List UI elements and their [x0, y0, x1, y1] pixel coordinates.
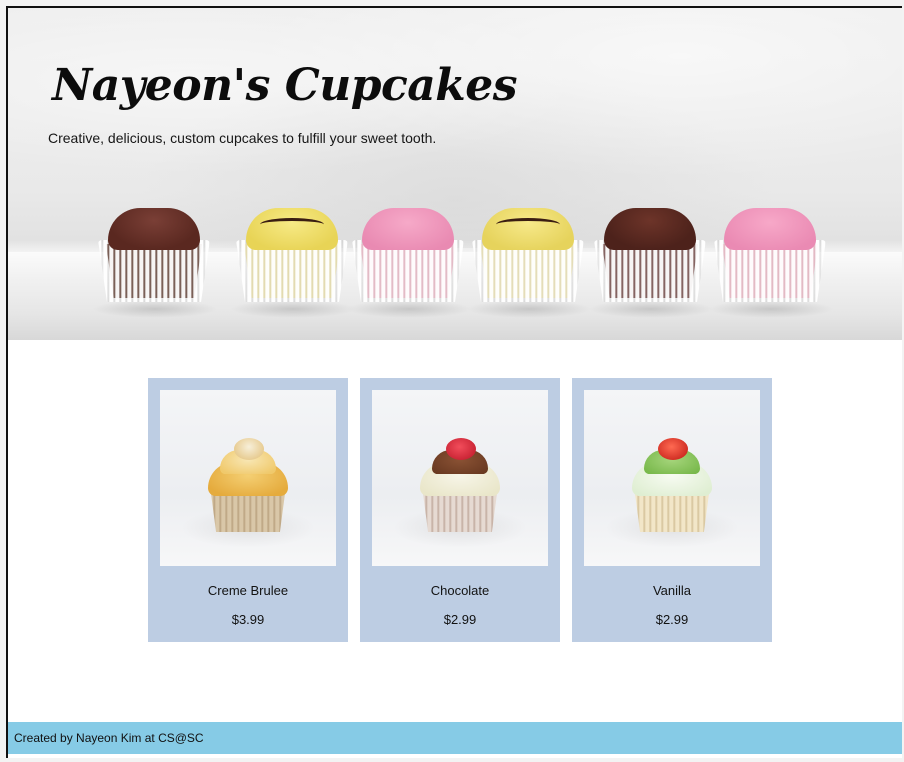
- product-price: $3.99: [231, 612, 265, 627]
- product-grid: Creme Brulee $3.99 Chocolate $2.99 Vanil…: [148, 378, 788, 642]
- hero-tagline: Creative, delicious, custom cupcakes to …: [48, 130, 437, 146]
- product-card-chocolate[interactable]: Chocolate $2.99: [360, 378, 560, 642]
- hero-cupcake-pink-2: [708, 204, 834, 318]
- site-footer: Created by Nayeon Kim at CS@SC: [8, 722, 902, 754]
- product-price: $2.99: [655, 612, 689, 627]
- hero-cupcake-chocolate: [92, 204, 218, 318]
- hero-cupcake-lemon-2: [466, 204, 592, 318]
- page-title: Nayeon's Cupcakes: [52, 60, 518, 111]
- product-name: Chocolate: [430, 583, 490, 598]
- hero-cupcake-lemon: [230, 204, 356, 318]
- hero-banner: Nayeon's Cupcakes Creative, delicious, c…: [8, 8, 902, 340]
- hero-cupcake-chocolate-2: [588, 204, 714, 318]
- product-price: $2.99: [443, 612, 477, 627]
- vanilla-cupcake-image: [584, 390, 760, 566]
- product-name: Creme Brulee: [207, 583, 289, 598]
- page-frame: Nayeon's Cupcakes Creative, delicious, c…: [6, 6, 902, 758]
- product-card-vanilla[interactable]: Vanilla $2.99: [572, 378, 772, 642]
- footer-credit: Created by Nayeon Kim at CS@SC: [14, 731, 204, 745]
- hero-cupcakes-image: [92, 204, 834, 334]
- product-card-creme-brulee[interactable]: Creme Brulee $3.99: [148, 378, 348, 642]
- chocolate-cupcake-image: [372, 390, 548, 566]
- product-name: Vanilla: [652, 583, 692, 598]
- hero-cupcake-pink: [346, 204, 472, 318]
- creme-brulee-cupcake-image: [160, 390, 336, 566]
